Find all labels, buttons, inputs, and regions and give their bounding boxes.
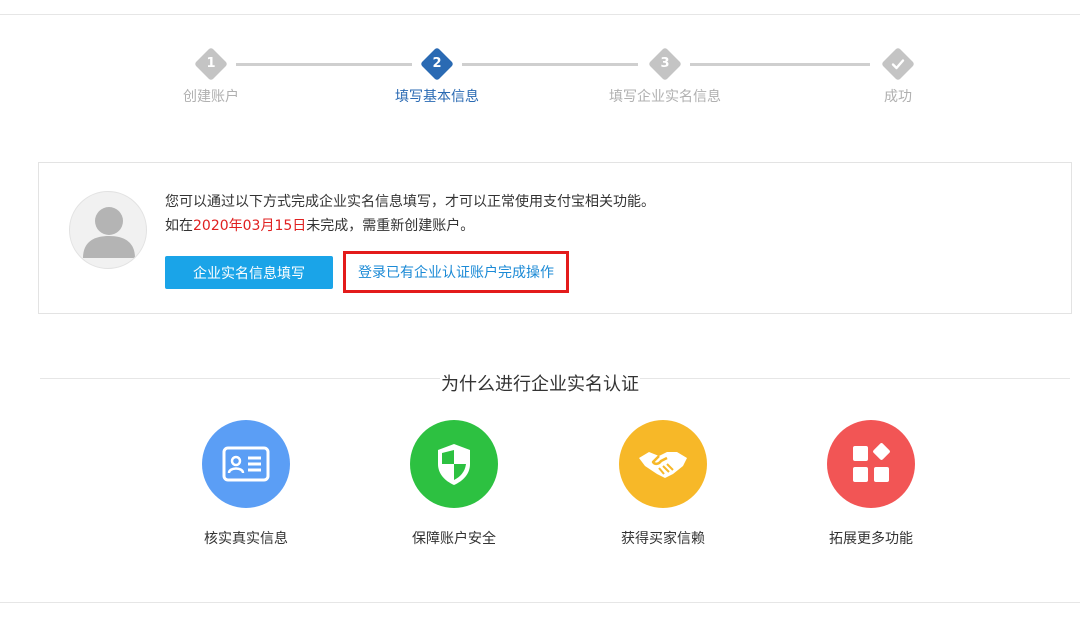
step-connector bbox=[462, 63, 638, 66]
feature-label: 拓展更多功能 bbox=[829, 531, 913, 547]
step-number: 1 bbox=[206, 56, 216, 71]
card-deadline-notice: 如在2020年03月15日未完成，需重新创建账户。 bbox=[165, 215, 474, 235]
feature-label: 核实真实信息 bbox=[204, 531, 288, 547]
check-icon bbox=[891, 59, 905, 70]
step-label: 填写企业实名信息 bbox=[609, 89, 721, 105]
step-label: 创建账户 bbox=[183, 89, 239, 105]
step-label: 填写基本信息 bbox=[395, 89, 479, 105]
feature-circle bbox=[410, 420, 498, 508]
step-label: 成功 bbox=[884, 89, 912, 105]
card-description: 您可以通过以下方式完成企业实名信息填写，才可以正常使用支付宝相关功能。 bbox=[165, 194, 655, 210]
feature-circle bbox=[619, 420, 707, 508]
notice-suffix: 未完成，需重新创建账户。 bbox=[306, 218, 475, 234]
avatar bbox=[69, 191, 147, 269]
feature-label: 获得买家信赖 bbox=[621, 531, 705, 547]
user-silhouette-icon bbox=[83, 207, 135, 258]
apps-grid-icon bbox=[853, 443, 890, 482]
step-number: 3 bbox=[660, 56, 670, 71]
bottom-divider bbox=[0, 602, 1080, 603]
step-number: 2 bbox=[432, 56, 442, 71]
login-existing-account-link[interactable]: 登录已有企业认证账户完成操作 bbox=[358, 262, 554, 282]
feature-account-security: 保障账户安全 bbox=[364, 420, 544, 550]
section-divider-right bbox=[640, 378, 1070, 379]
notice-prefix: 如在 bbox=[165, 218, 193, 234]
why-section-title: 为什么进行企业实名认证 bbox=[441, 374, 639, 395]
id-card-icon bbox=[222, 446, 270, 482]
handshake-icon bbox=[639, 452, 687, 478]
realname-info-card: 您可以通过以下方式完成企业实名信息填写，才可以正常使用支付宝相关功能。 如在20… bbox=[38, 162, 1072, 314]
fill-realname-button[interactable]: 企业实名信息填写 bbox=[165, 256, 333, 289]
section-divider-left bbox=[40, 378, 440, 379]
deadline-date: 2020年03月15日 bbox=[193, 218, 307, 234]
shield-icon bbox=[438, 444, 470, 485]
feature-circle bbox=[202, 420, 290, 508]
login-link-highlight: 登录已有企业认证账户完成操作 bbox=[343, 251, 569, 293]
step-connector bbox=[236, 63, 412, 66]
feature-buyer-trust: 获得买家信赖 bbox=[573, 420, 753, 550]
step-connector bbox=[690, 63, 870, 66]
feature-label: 保障账户安全 bbox=[412, 531, 496, 547]
feature-verify-info: 核实真实信息 bbox=[156, 420, 336, 550]
progress-steps: 1 创建账户 2 填写基本信息 3 填写企业实名信息 成功 bbox=[0, 0, 1080, 120]
feature-circle bbox=[827, 420, 915, 508]
feature-more-functions: 拓展更多功能 bbox=[781, 420, 961, 550]
